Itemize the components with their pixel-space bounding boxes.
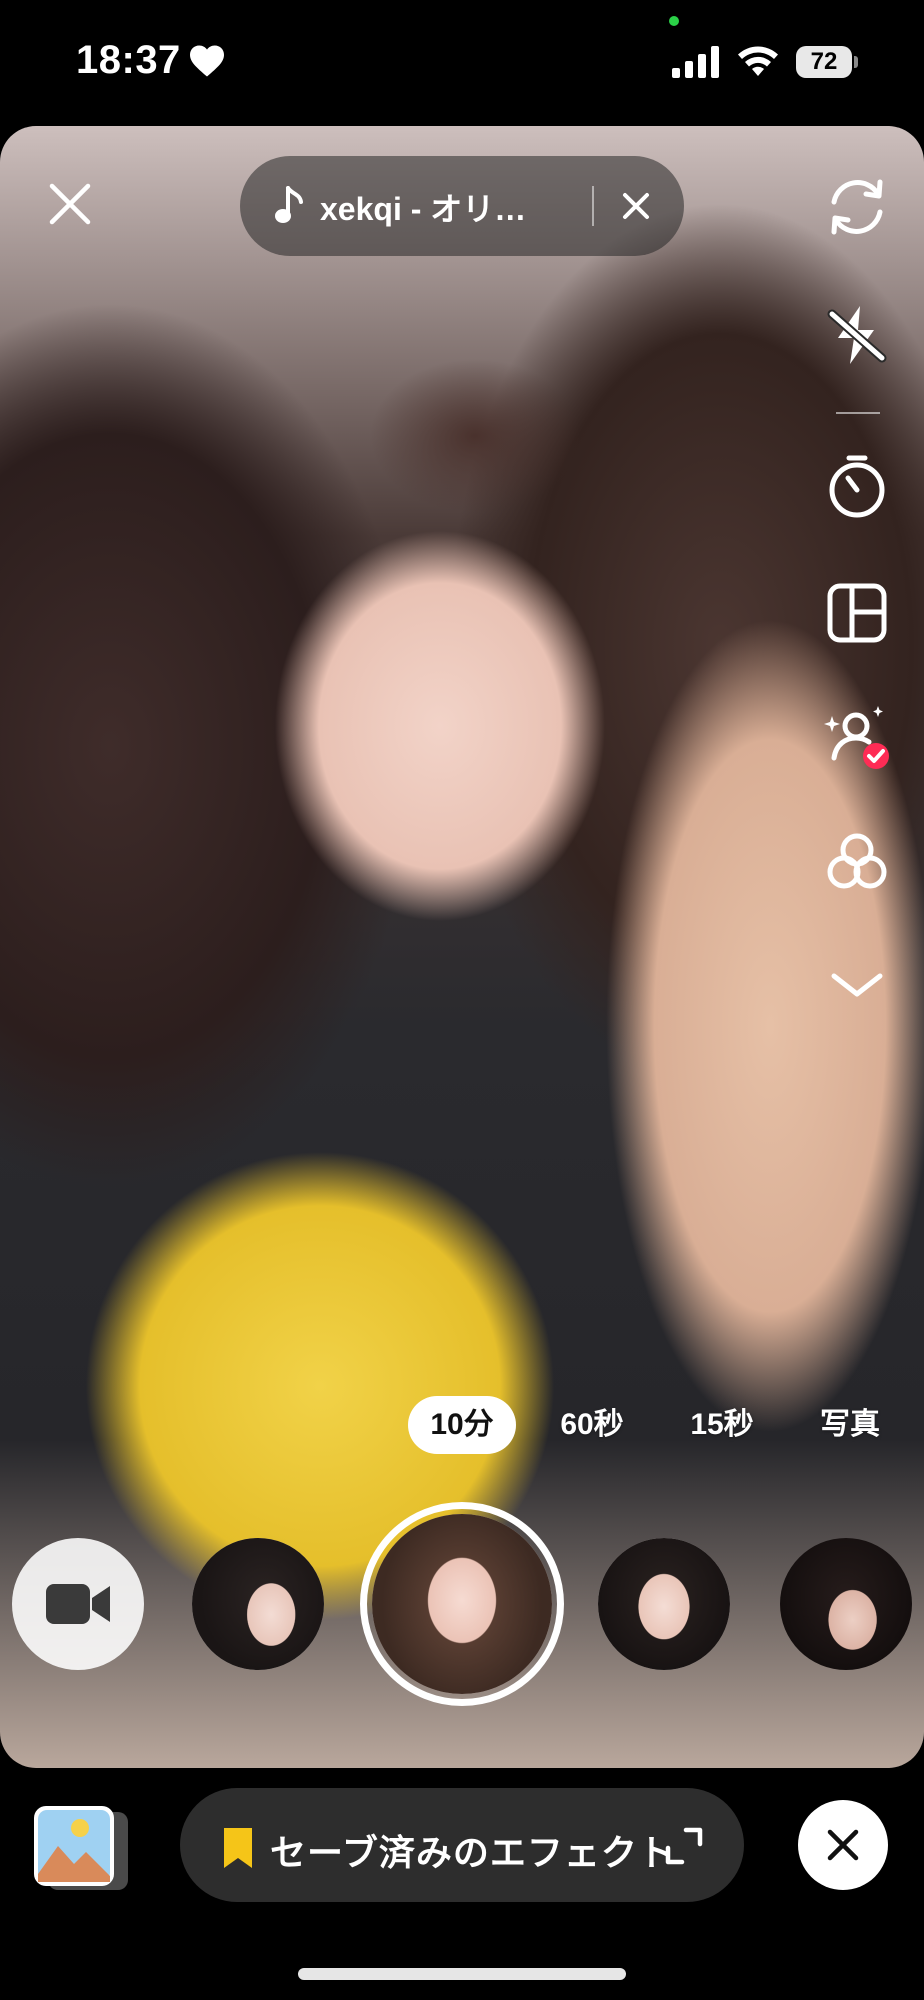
camera-mode-button[interactable] xyxy=(12,1538,144,1670)
effect-preview-image xyxy=(598,1538,730,1670)
flash-off-icon[interactable] xyxy=(822,300,892,370)
tab-duration-10min[interactable]: 10分 xyxy=(408,1396,516,1454)
tab-duration-60s[interactable]: 60秒 xyxy=(546,1396,638,1454)
wifi-icon xyxy=(738,46,778,76)
tool-rail-divider xyxy=(836,412,880,414)
close-icon[interactable] xyxy=(46,180,94,228)
expand-icon xyxy=(665,1827,703,1865)
effect-thumbnail[interactable] xyxy=(598,1538,730,1670)
close-icon xyxy=(827,1829,859,1861)
music-note-icon xyxy=(275,186,303,223)
battery-tip xyxy=(854,56,858,68)
home-indicator[interactable] xyxy=(298,1968,626,1980)
filters-icon[interactable] xyxy=(822,828,892,898)
selected-effect-ring xyxy=(360,1502,564,1706)
tab-duration-15s[interactable]: 15秒 xyxy=(676,1396,768,1454)
pill-divider xyxy=(592,186,594,226)
cellular-signal-icon xyxy=(672,46,719,78)
remove-sound-icon[interactable] xyxy=(622,192,650,220)
status-bar: 18:37 72 xyxy=(0,0,924,120)
tab-photo[interactable]: 写真 xyxy=(804,1396,896,1454)
effect-thumbnail[interactable] xyxy=(192,1538,324,1670)
effect-thumbnail[interactable] xyxy=(780,1538,912,1670)
timer-icon[interactable] xyxy=(822,452,892,522)
retouch-icon[interactable] xyxy=(822,702,892,772)
close-effects-button[interactable] xyxy=(798,1800,888,1890)
saved-effects-button[interactable]: セーブ済みのエフェクト xyxy=(180,1788,744,1902)
effect-preview-image xyxy=(780,1538,912,1670)
effect-preview-image xyxy=(192,1538,324,1670)
status-time: 18:37 xyxy=(76,38,181,82)
privacy-indicator-dot xyxy=(669,16,679,26)
layout-icon[interactable] xyxy=(822,578,892,648)
battery-level: 72 xyxy=(796,46,852,78)
gallery-icon[interactable] xyxy=(32,1806,136,1892)
add-sound-button[interactable]: xekqi - オリ… xyxy=(240,156,684,256)
heart-icon xyxy=(190,45,224,77)
sound-title: xekqi - オリ… xyxy=(320,191,527,227)
video-camera-icon xyxy=(46,1584,110,1624)
flip-camera-icon[interactable] xyxy=(822,172,892,242)
more-chevron-icon[interactable] xyxy=(822,950,892,1020)
saved-effects-label: セーブ済みのエフェクト xyxy=(270,1832,675,1873)
bookmark-icon xyxy=(224,1828,252,1868)
battery-indicator: 72 xyxy=(796,46,858,78)
